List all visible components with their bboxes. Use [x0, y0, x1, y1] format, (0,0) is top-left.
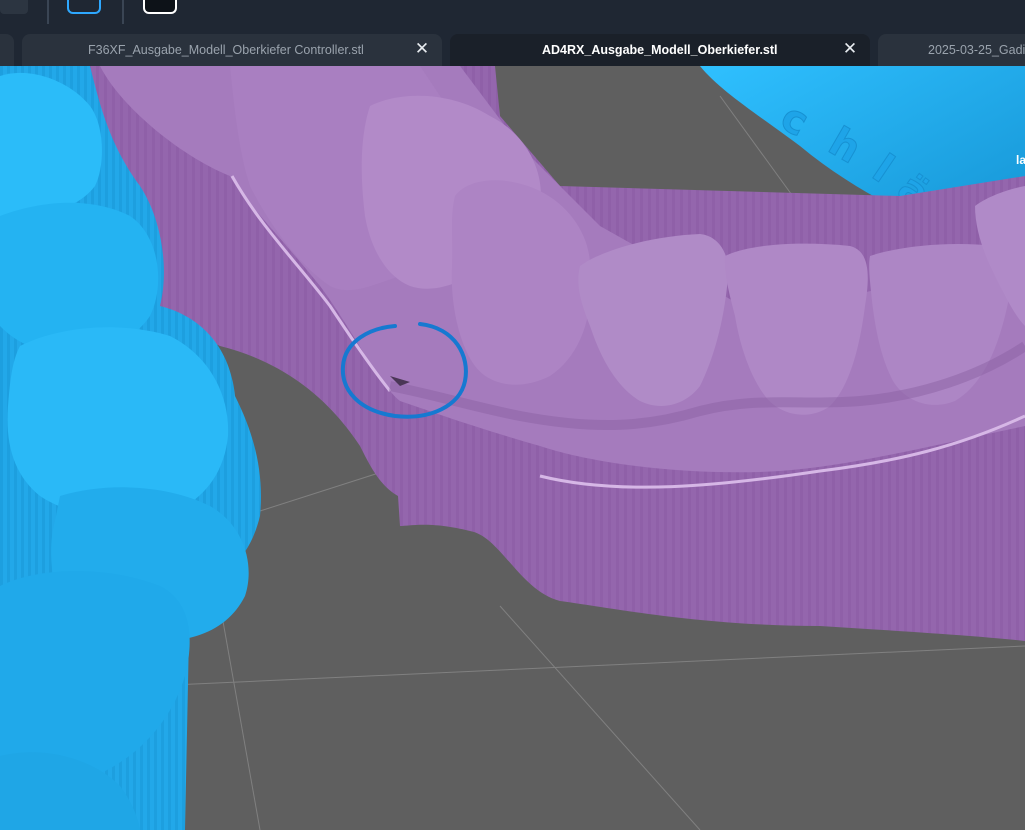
3d-viewport[interactable]: c h l ä n — [0, 66, 1025, 830]
tab-file-2[interactable]: AD4RX_Ausgabe_Modell_Oberkiefer.stl ✕ — [450, 34, 870, 66]
toolbar-separator — [47, 0, 49, 24]
close-icon[interactable]: ✕ — [842, 40, 858, 57]
viewport-label: la — [1016, 153, 1025, 167]
toolbar-separator — [122, 0, 124, 24]
tab-file-1[interactable]: F36XF_Ausgabe_Modell_Oberkiefer Controll… — [22, 34, 442, 66]
tab-bar: F36XF_Ausgabe_Modell_Oberkiefer Controll… — [0, 34, 1025, 66]
close-icon[interactable]: ✕ — [414, 40, 430, 57]
scene-canvas[interactable]: c h l ä n — [0, 66, 1025, 830]
tab-overflow[interactable] — [0, 34, 14, 66]
tab-file-3[interactable]: 2025-03-25_Gadi — [878, 34, 1025, 66]
top-toolbar — [0, 0, 1025, 34]
tab-label: 2025-03-25_Gadi — [928, 43, 1025, 57]
export-icon[interactable] — [143, 0, 177, 14]
layers-icon[interactable] — [67, 0, 101, 14]
tab-label: F36XF_Ausgabe_Modell_Oberkiefer Controll… — [88, 43, 364, 57]
toolbar-button[interactable] — [0, 0, 28, 14]
tab-label: AD4RX_Ausgabe_Modell_Oberkiefer.stl — [542, 43, 778, 57]
